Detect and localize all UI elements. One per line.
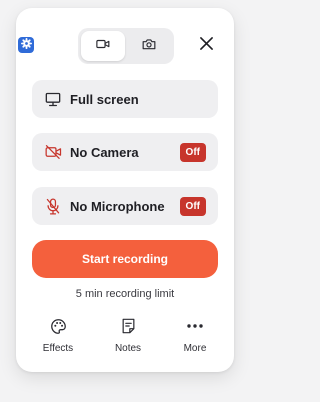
- close-button[interactable]: [196, 36, 216, 56]
- close-icon: [199, 37, 213, 55]
- microphone-off-badge[interactable]: Off: [179, 197, 206, 216]
- more-button[interactable]: More: [168, 316, 222, 360]
- effects-label: Effects: [42, 343, 74, 354]
- notes-button[interactable]: Notes: [101, 316, 155, 360]
- notes-icon: [118, 316, 138, 336]
- settings-button[interactable]: [18, 37, 34, 53]
- monitor-icon: [44, 90, 62, 108]
- more-dots-icon: [185, 316, 205, 336]
- effects-button[interactable]: Effects: [31, 316, 85, 360]
- microphone-label: No Microphone: [70, 199, 165, 214]
- camera-off-icon: [44, 143, 62, 161]
- camera-label: No Camera: [70, 145, 139, 160]
- more-label: More: [183, 343, 207, 354]
- microphone-option[interactable]: No Microphone Off: [32, 187, 218, 225]
- capture-mode-switch: [78, 28, 174, 64]
- camera-off-badge[interactable]: Off: [179, 143, 206, 162]
- video-mode-button[interactable]: [81, 31, 125, 61]
- notes-label: Notes: [114, 343, 142, 354]
- recording-limit-text: 5 min recording limit: [75, 288, 175, 300]
- full-screen-label: Full screen: [70, 92, 139, 107]
- gear-icon: [20, 36, 32, 54]
- video-camera-icon: [96, 37, 110, 55]
- start-recording-button[interactable]: Start recording: [32, 240, 218, 278]
- microphone-off-icon: [44, 197, 62, 215]
- photo-mode-button[interactable]: [127, 31, 171, 61]
- palette-icon: [48, 316, 68, 336]
- camera-option[interactable]: No Camera Off: [32, 133, 218, 171]
- full-screen-option[interactable]: Full screen: [32, 80, 218, 118]
- photo-camera-icon: [142, 37, 156, 55]
